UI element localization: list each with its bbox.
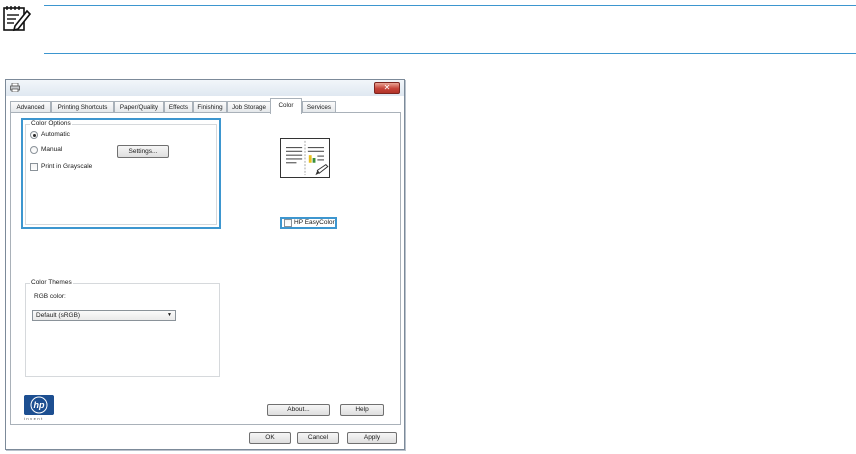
color-options-group: Color Options — [25, 120, 217, 225]
color-preview-icon — [280, 138, 330, 178]
printer-properties-dialog: ✕ Advanced Printing Shortcuts Paper/Qual… — [5, 79, 405, 450]
print-in-grayscale-label: Print in Grayscale — [41, 163, 93, 170]
hp-easycolor-label: HP EasyColor — [294, 219, 335, 226]
help-button[interactable]: Help — [340, 404, 384, 416]
color-options-legend: Color Options — [30, 120, 72, 128]
color-tab-panel: Color Options Automatic Manual Settings.… — [10, 112, 401, 425]
cancel-button[interactable]: Cancel — [297, 432, 339, 444]
automatic-label: Automatic — [41, 131, 70, 138]
close-icon: ✕ — [383, 83, 391, 92]
manual-label: Manual — [41, 146, 63, 153]
about-button[interactable]: About... — [267, 404, 330, 416]
hp-invent-tagline: invent — [24, 416, 44, 421]
hp-logo-text: hp — [34, 400, 45, 410]
hp-logo-icon: hp — [24, 395, 54, 415]
tab-bar: Advanced Printing Shortcuts Paper/Qualit… — [10, 98, 402, 114]
settings-button[interactable]: Settings... — [117, 145, 169, 158]
tab-color[interactable]: Color — [270, 98, 302, 114]
note-icon — [3, 6, 32, 32]
close-button[interactable]: ✕ — [374, 82, 400, 94]
manual-radio[interactable] — [30, 146, 38, 154]
top-divider — [44, 5, 856, 6]
rgb-color-select[interactable]: Default (sRGB) ▼ — [32, 310, 176, 321]
printer-icon — [10, 83, 20, 92]
title-bar[interactable]: ✕ — [6, 80, 404, 96]
automatic-radio[interactable] — [30, 131, 38, 139]
note-divider — [44, 53, 856, 54]
dropdown-arrow-icon: ▼ — [167, 312, 172, 318]
hp-easycolor-checkbox[interactable] — [284, 219, 292, 227]
apply-button[interactable]: Apply — [347, 432, 397, 444]
print-in-grayscale-checkbox[interactable] — [30, 163, 38, 171]
color-themes-legend: Color Themes — [30, 279, 73, 287]
rgb-color-value: Default (sRGB) — [36, 312, 81, 319]
ok-button[interactable]: OK — [249, 432, 291, 444]
rgb-color-label: RGB color: — [34, 293, 66, 300]
